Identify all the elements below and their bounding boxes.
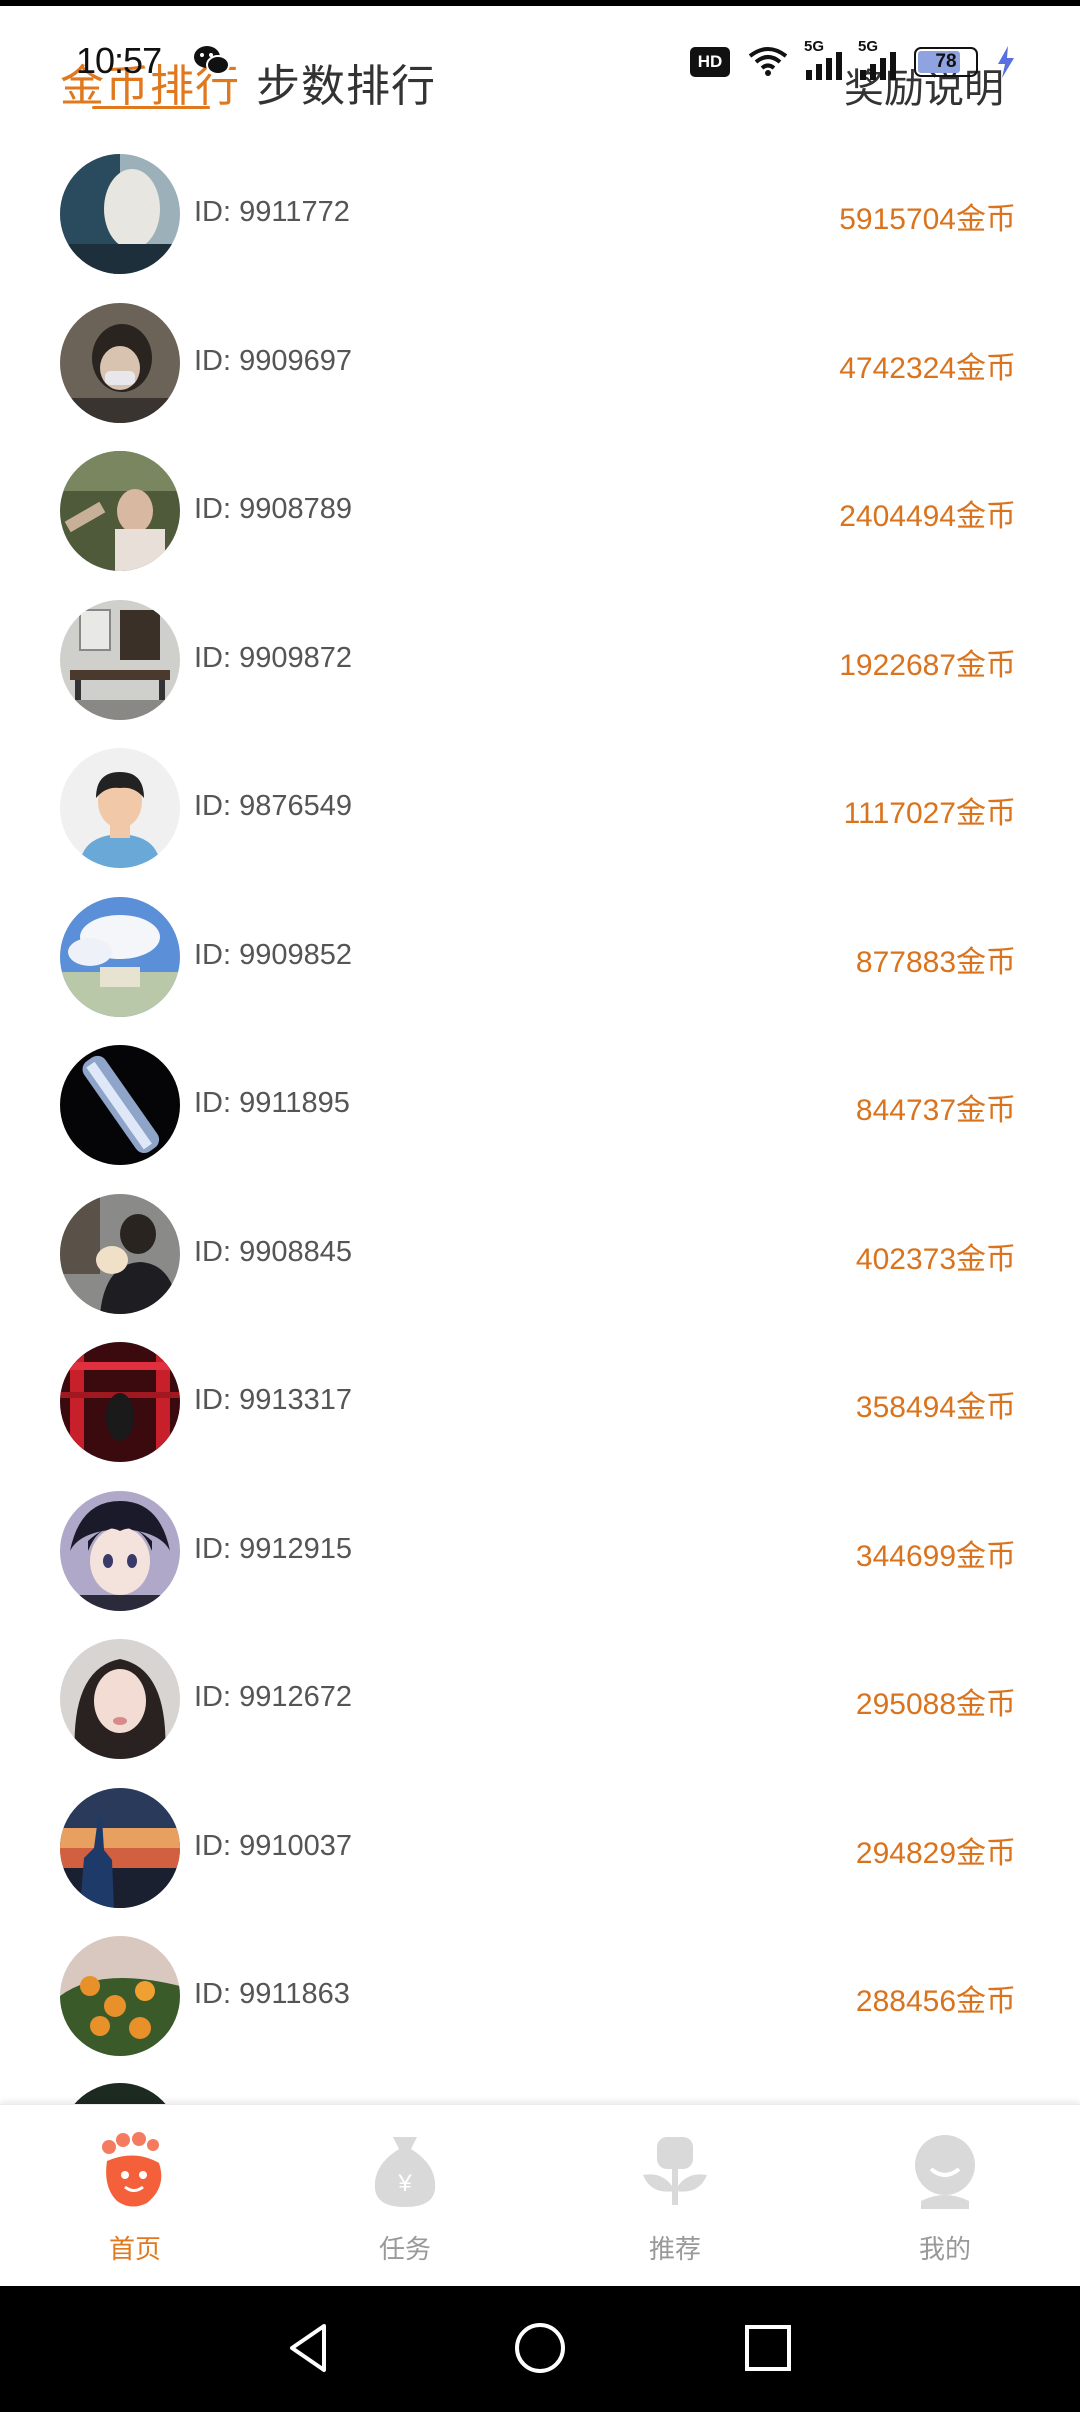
signal-icon-sim2: 5G	[858, 38, 896, 80]
avatar	[60, 896, 180, 1017]
coin-amount: 288456金币	[855, 1985, 1016, 2018]
coin-amount: 877883金币	[855, 945, 1016, 979]
hd-badge: HD	[690, 47, 730, 77]
avatar	[60, 302, 180, 423]
nav-home[interactable]: 首页	[0, 2105, 270, 2287]
user-id: ID: 9876549	[194, 790, 353, 822]
network-type-label: 5G	[858, 38, 879, 55]
user-id: ID: 9908845	[194, 1235, 353, 1268]
wechat-icon	[194, 46, 230, 75]
ranking-row[interactable]: ID: 9911895 844737金币	[0, 1033, 1080, 1182]
nav-profile[interactable]: 我的	[810, 2105, 1080, 2287]
ranking-row[interactable]: ID: 9912915 344699金币	[0, 1479, 1080, 1628]
home-icon[interactable]	[510, 2318, 570, 2378]
wifi-icon	[748, 47, 788, 76]
avatar	[60, 1342, 180, 1462]
ranking-row[interactable]: ID: 9908789 2404494金币	[0, 439, 1080, 588]
flower-icon	[643, 2137, 707, 2205]
user-id: ID: 9911895	[194, 1087, 350, 1119]
ranking-row[interactable]: ID: 9909697 4742324金币	[0, 291, 1080, 440]
avatar	[60, 451, 180, 571]
user-id: ID: 9912915	[194, 1532, 353, 1565]
battery-icon: 78	[914, 47, 978, 77]
ranking-row[interactable]: ID: 9908845 402373金币	[0, 1182, 1080, 1331]
ranking-row[interactable]: ID: 9910037 294829金币	[0, 1776, 1080, 1925]
ranking-row[interactable]: ID: 9911863 288456金币	[0, 1924, 1080, 2073]
avatar	[60, 1490, 180, 1611]
ranking-list[interactable]: ID: 9911772 5915704金币 ID: 9909697 474232…	[0, 142, 1080, 2073]
user-id: ID: 9911772	[194, 196, 350, 228]
coin-amount: 1117027金币	[843, 797, 1016, 830]
user-id: ID: 9909697	[194, 344, 353, 377]
coin-amount: 358494金币	[855, 1391, 1016, 1424]
coin-amount: 844737金币	[855, 1094, 1016, 1127]
battery-level: 78	[935, 51, 957, 72]
avatar	[60, 748, 180, 868]
avatar	[60, 1193, 180, 1314]
signal-icon-sim1: 5G	[804, 38, 842, 80]
avatar	[60, 1787, 180, 1908]
status-time: 10:57	[76, 40, 162, 81]
user-id: ID: 9910037	[194, 1829, 353, 1862]
user-id: ID: 9909852	[194, 938, 353, 971]
nav-label-home: 首页	[108, 2234, 161, 2264]
user-id: ID: 9913317	[194, 1384, 353, 1416]
avatar	[60, 1936, 180, 2056]
coin-amount: 1922687金币	[839, 648, 1016, 682]
avatar	[60, 1045, 180, 1165]
nav-recommend[interactable]: 推荐	[540, 2105, 810, 2287]
active-tab-indicator	[92, 106, 210, 109]
user-id: ID: 9909872	[194, 641, 353, 674]
nav-tasks[interactable]: ¥ 任务	[270, 2105, 540, 2287]
footprint-icon	[102, 2132, 162, 2207]
money-bag-icon: ¥	[374, 2137, 436, 2207]
coin-amount: 402373金币	[855, 1242, 1016, 1276]
user-id: ID: 9912672	[194, 1681, 353, 1713]
nav-label-recommend: 推荐	[648, 2234, 701, 2264]
ranking-row[interactable]: ID: 9909872 1922687金币	[0, 588, 1080, 737]
coin-amount: 295088金币	[855, 1688, 1016, 1721]
user-id: ID: 9911863	[194, 1978, 350, 2010]
coin-amount: 4742324金币	[839, 351, 1016, 385]
nav-label-profile: 我的	[918, 2234, 971, 2264]
avatar	[60, 1639, 180, 1759]
ranking-row[interactable]: ID: 9912672 295088金币	[0, 1627, 1080, 1776]
ranking-row[interactable]: ID: 9909852 877883金币	[0, 885, 1080, 1034]
network-type-label: 5G	[804, 38, 825, 55]
user-id: ID: 9908789	[194, 493, 353, 525]
coin-amount: 344699金币	[855, 1539, 1016, 1573]
svg-text:¥: ¥	[397, 2170, 412, 2197]
avatar	[60, 154, 180, 274]
coin-amount: 2404494金币	[839, 500, 1016, 533]
coin-amount: 294829金币	[855, 1836, 1016, 1870]
ranking-row[interactable]: ID: 9911772 5915704金币	[0, 142, 1080, 291]
ranking-row[interactable]: ID: 9913317 358494金币	[0, 1330, 1080, 1479]
ranking-row[interactable]: ID: 9876549 1117027金币	[0, 736, 1080, 885]
nav-label-tasks: 任务	[378, 2234, 431, 2264]
avatar	[60, 599, 180, 720]
charging-icon	[998, 46, 1014, 78]
back-icon[interactable]	[278, 2318, 338, 2378]
bottom-navigation: 首页 ¥ 任务 推荐 我的	[0, 2104, 1080, 2287]
system-navigation-bar	[0, 2286, 1080, 2412]
recents-icon[interactable]	[738, 2318, 798, 2378]
coin-amount: 5915704金币	[839, 203, 1016, 236]
profile-icon	[915, 2135, 975, 2209]
top-edge	[0, 0, 1080, 6]
status-indicators: HD 5G 5G 78	[690, 38, 1016, 82]
tab-steps-ranking[interactable]: 步数排行	[256, 50, 436, 114]
